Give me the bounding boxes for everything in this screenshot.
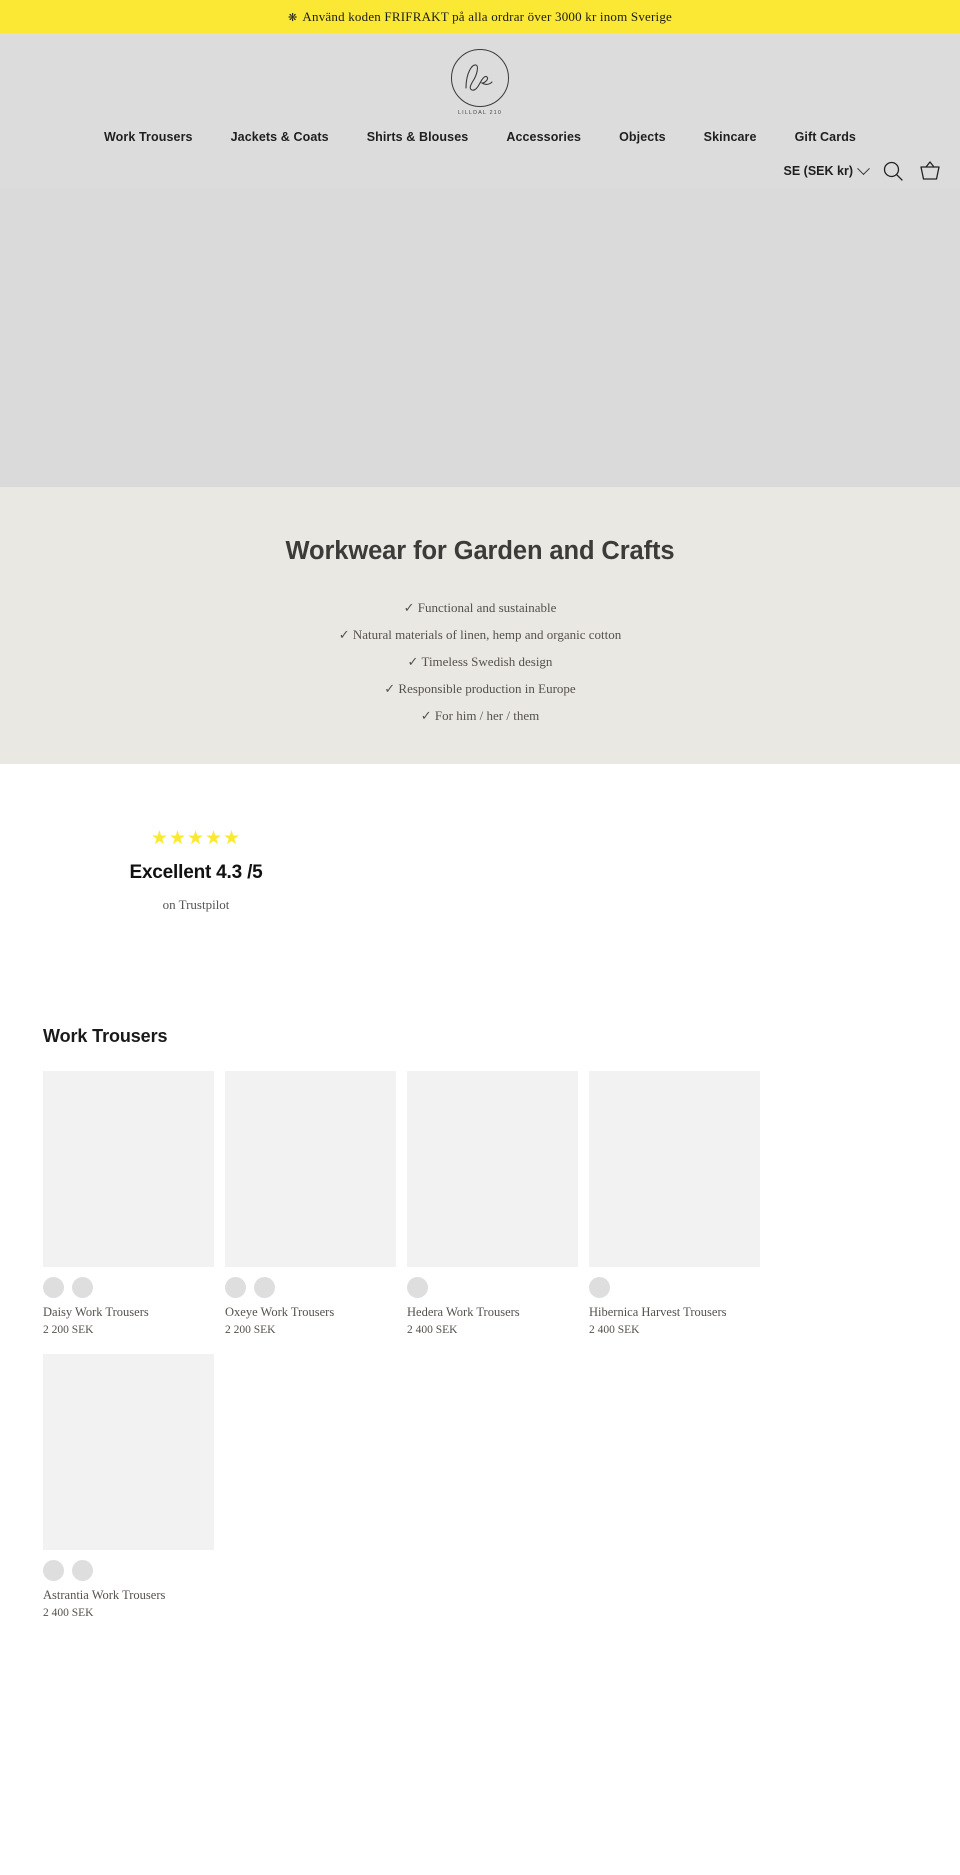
product-image[interactable] (407, 1071, 578, 1267)
product-title[interactable]: Daisy Work Trousers (43, 1305, 214, 1320)
header-utility-row: SE (SEK kr) (0, 146, 960, 188)
search-button[interactable] (882, 160, 904, 182)
rating-source: on Trustpilot (162, 897, 230, 912)
product-price: 2 400 SEK (43, 1607, 94, 1619)
value-item-inclusive: ✓ For him / her / them (420, 708, 540, 723)
product-title[interactable]: Hibernica Harvest Trousers (589, 1305, 760, 1320)
nav-item-work-trousers[interactable]: Work Trousers (104, 130, 193, 144)
announcement-bar: ❋ Använd koden FRIFRAKT på alla ordrar öv… (0, 0, 960, 33)
main-navigation: Work Trousers Jackets & Coats Shirts & B… (0, 130, 960, 146)
logo-circle-icon (451, 49, 509, 107)
color-swatch[interactable] (225, 1276, 246, 1298)
nav-item-objects[interactable]: Objects (619, 130, 666, 144)
rating-stars-icon: ★★★★★ (150, 828, 242, 849)
nav-item-gift-cards[interactable]: Gift Cards (795, 130, 856, 144)
logo-subtitle: LILLDAL 210 (457, 110, 502, 116)
basket-icon (920, 161, 940, 180)
product-title[interactable]: Oxeye Work Trousers (225, 1305, 396, 1320)
announcement-text: ❋ Använd koden FRIFRAKT på alla ordrar öv… (288, 9, 672, 25)
rating-headline: Excellent 4.3 /5 (129, 862, 263, 883)
site-header: LILLDAL 210 Work Trousers Jackets & Coat… (0, 33, 960, 188)
product-image[interactable] (225, 1071, 396, 1267)
value-band-list: ✓ Functional and sustainable ✓ Natural m… (0, 600, 960, 724)
color-swatches (43, 1276, 214, 1298)
product-card[interactable]: Hibernica Harvest Trousers 2 400 SEK (589, 1071, 760, 1336)
product-card[interactable]: Oxeye Work Trousers 2 200 SEK (225, 1071, 396, 1336)
nav-item-shirts-blouses[interactable]: Shirts & Blouses (367, 130, 469, 144)
product-grid: Daisy Work Trousers 2 200 SEK Oxeye Work… (43, 1071, 778, 1619)
cart-button[interactable] (918, 159, 942, 183)
trustpilot-block: ★★★★★ Excellent 4.3 /5 on Trustpilot (0, 764, 392, 913)
product-section: Work Trousers Daisy Work Trousers 2 200 … (0, 913, 960, 1619)
value-band-title: Workwear for Garden and Crafts (285, 537, 675, 565)
color-swatch[interactable] (72, 1559, 93, 1581)
value-item-production: ✓ Responsible production in Europe (384, 681, 576, 696)
value-item-design: ✓ Timeless Swedish design (407, 654, 553, 669)
value-item-materials: ✓ Natural materials of linen, hemp and o… (338, 627, 622, 642)
hero-banner[interactable] (0, 188, 960, 487)
color-swatches (407, 1276, 578, 1298)
currency-selector[interactable]: SE (SEK kr) (783, 161, 870, 178)
product-card[interactable]: Daisy Work Trousers 2 200 SEK (43, 1071, 214, 1336)
chevron-down-icon (857, 161, 870, 175)
product-price: 2 200 SEK (43, 1324, 94, 1336)
product-title[interactable]: Hedera Work Trousers (407, 1305, 578, 1320)
flower-star-icon: ❋ (287, 11, 298, 24)
product-title[interactable]: Astrantia Work Trousers (43, 1588, 214, 1603)
nav-item-accessories[interactable]: Accessories (506, 130, 581, 144)
color-swatch[interactable] (254, 1276, 275, 1298)
product-price: 2 400 SEK (589, 1324, 640, 1336)
product-section-title: Work Trousers (43, 1026, 168, 1046)
color-swatch[interactable] (589, 1276, 610, 1298)
search-icon (883, 161, 903, 181)
color-swatch[interactable] (43, 1276, 64, 1298)
site-logo[interactable]: LILLDAL 210 (0, 43, 960, 116)
color-swatch[interactable] (72, 1276, 93, 1298)
product-card[interactable]: Hedera Work Trousers 2 400 SEK (407, 1071, 578, 1336)
value-item-functional: ✓ Functional and sustainable (403, 600, 557, 615)
announcement-message: Använd koden FRIFRAKT på alla ordrar öve… (302, 8, 673, 24)
color-swatches (225, 1276, 396, 1298)
product-price: 2 200 SEK (225, 1324, 276, 1336)
product-price: 2 400 SEK (407, 1324, 458, 1336)
color-swatch[interactable] (43, 1559, 64, 1581)
nav-item-skincare[interactable]: Skincare (704, 130, 757, 144)
product-image[interactable] (43, 1354, 214, 1550)
color-swatches (589, 1276, 760, 1298)
currency-label: SE (SEK kr) (783, 164, 853, 178)
product-image[interactable] (589, 1071, 760, 1267)
nav-item-jackets-coats[interactable]: Jackets & Coats (231, 130, 329, 144)
product-image[interactable] (43, 1071, 214, 1267)
color-swatches (43, 1559, 214, 1581)
product-card[interactable]: Astrantia Work Trousers 2 400 SEK (43, 1354, 214, 1619)
value-proposition-band: Workwear for Garden and Crafts ✓ Functio… (0, 487, 960, 764)
color-swatch[interactable] (407, 1276, 428, 1298)
